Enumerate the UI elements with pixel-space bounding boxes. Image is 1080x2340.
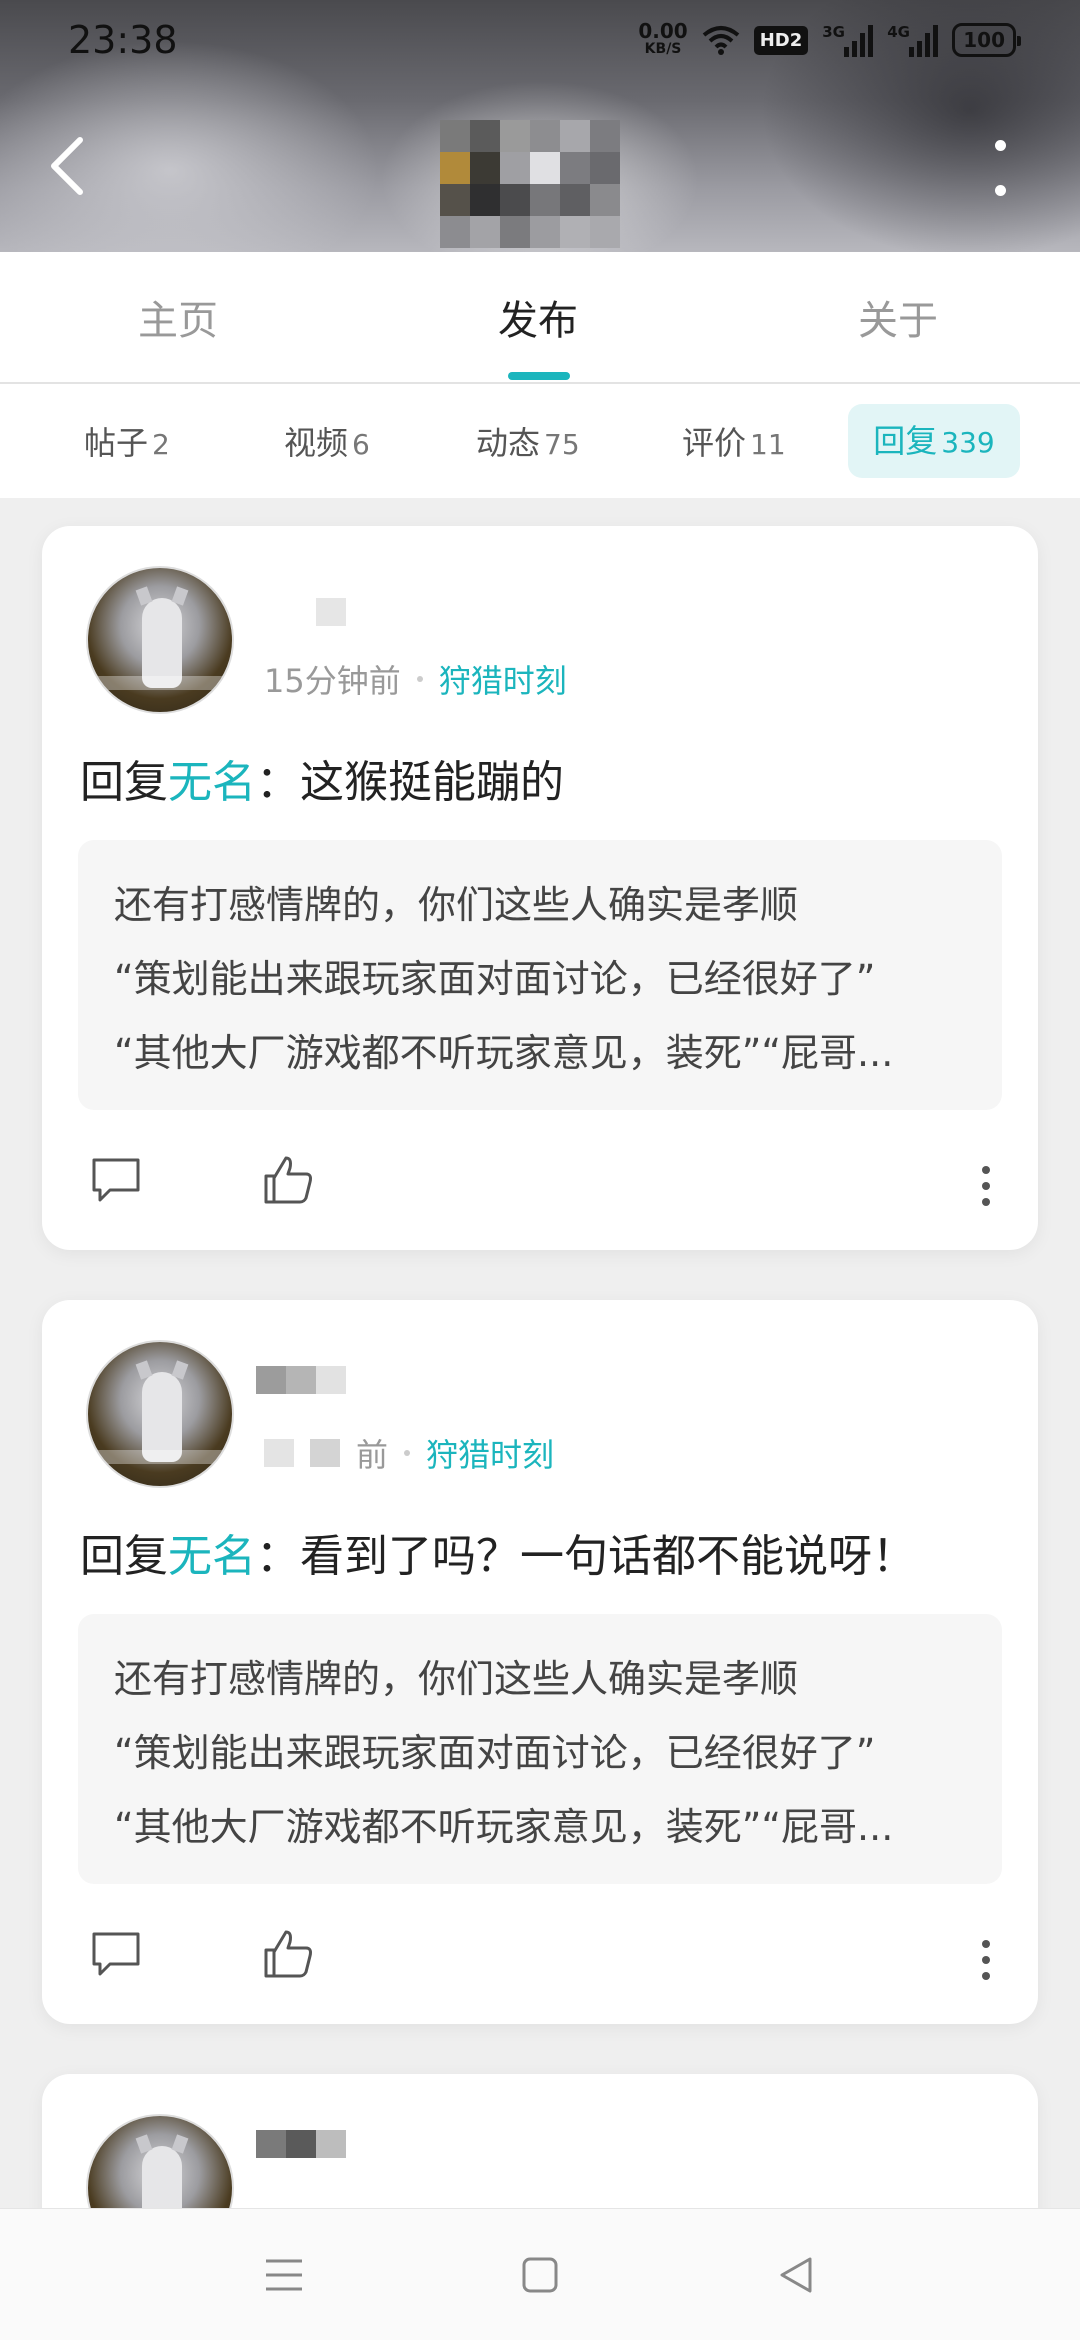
tab-about[interactable]: 关于 xyxy=(858,288,938,346)
separator-dot xyxy=(404,1450,411,1456)
post-time: 15分钟前 xyxy=(264,662,401,700)
time-masked xyxy=(310,1439,340,1467)
signal-4g-icon: 4G xyxy=(887,23,939,57)
filter-bar: 帖子 2 视频 6 动态 75 评价 11 回复 339 xyxy=(0,384,1080,498)
username-masked[interactable] xyxy=(256,2130,346,2158)
game-tag[interactable]: 狩猎时刻 xyxy=(439,656,567,702)
comment-icon[interactable] xyxy=(88,1152,144,1208)
status-time: 23:38 xyxy=(68,18,178,62)
thumbs-up-icon[interactable] xyxy=(260,1152,316,1208)
thumbs-up-icon[interactable] xyxy=(260,1926,316,1982)
profile-header: 23:38 0.00 KB/S HD2 3G 4G 100 xyxy=(0,0,1080,252)
game-tag[interactable]: 狩猎时刻 xyxy=(426,1430,554,1476)
quoted-comment[interactable]: 还有打感情牌的，你们这些人确实是孝顺 “策划能出来跟玩家面对面讨论，已经很好了”… xyxy=(78,1614,1002,1884)
user-avatar[interactable] xyxy=(86,1340,234,1488)
reply-content[interactable]: 回复无名：看到了吗？一句话都不能说呀！ xyxy=(80,1520,916,1584)
tab-home[interactable]: 主页 xyxy=(138,288,218,346)
status-icons: 0.00 KB/S HD2 3G 4G 100 xyxy=(638,18,1021,62)
battery-icon: 100 xyxy=(952,23,1021,57)
separator-dot xyxy=(416,676,423,682)
filter-moments[interactable]: 动态 75 xyxy=(476,418,580,464)
system-nav-bar xyxy=(0,2208,1080,2340)
post-meta: 前 狩猎时刻 xyxy=(264,1430,554,1476)
back-icon[interactable] xyxy=(776,2253,816,2297)
reply-target-user[interactable]: 无名 xyxy=(168,757,256,808)
filter-videos[interactable]: 视频 6 xyxy=(284,418,370,464)
filter-reviews[interactable]: 评价 11 xyxy=(682,418,786,464)
post-more-icon[interactable] xyxy=(982,1166,990,1206)
username-masked[interactable] xyxy=(256,598,346,626)
filter-threads[interactable]: 帖子 2 xyxy=(84,418,170,464)
menu-icon[interactable] xyxy=(262,2253,306,2297)
reply-card[interactable]: 15分钟前 狩猎时刻 回复无名：这猴挺能蹦的 还有打感情牌的，你们这些人确实是孝… xyxy=(42,526,1038,1250)
back-arrow-icon[interactable] xyxy=(44,132,88,200)
home-icon[interactable] xyxy=(520,2253,560,2297)
user-avatar[interactable] xyxy=(86,566,234,714)
dot-icon xyxy=(994,140,1006,151)
profile-avatar[interactable] xyxy=(440,120,620,250)
post-meta: 15分钟前 狩猎时刻 xyxy=(264,656,567,702)
tab-indicator xyxy=(508,372,570,380)
filter-replies[interactable]: 回复 339 xyxy=(848,404,1020,478)
hd-voice-icon: HD2 xyxy=(753,25,809,55)
username-masked[interactable] xyxy=(256,1366,346,1394)
signal-3g-icon: 3G xyxy=(822,23,874,57)
wifi-icon xyxy=(702,26,739,55)
post-more-icon[interactable] xyxy=(982,1940,990,1980)
status-bar: 23:38 0.00 KB/S HD2 3G 4G 100 xyxy=(0,0,1080,80)
quoted-comment[interactable]: 还有打感情牌的，你们这些人确实是孝顺 “策划能出来跟玩家面对面讨论，已经很好了”… xyxy=(78,840,1002,1110)
network-speed: 0.00 KB/S xyxy=(638,19,688,57)
tab-posts[interactable]: 发布 xyxy=(498,288,578,346)
dot-icon xyxy=(994,185,1006,196)
more-options-button[interactable] xyxy=(980,140,1020,196)
reply-content[interactable]: 回复无名：这猴挺能蹦的 xyxy=(80,746,564,810)
time-masked xyxy=(264,1439,294,1467)
post-time: 前 xyxy=(356,1436,389,1474)
reply-target-user[interactable]: 无名 xyxy=(168,1531,256,1582)
comment-icon[interactable] xyxy=(88,1926,144,1982)
main-tab-bar: 主页 发布 关于 xyxy=(0,252,1080,384)
reply-card[interactable]: 前 狩猎时刻 回复无名：看到了吗？一句话都不能说呀！ 还有打感情牌的，你们这些人… xyxy=(42,1300,1038,2024)
